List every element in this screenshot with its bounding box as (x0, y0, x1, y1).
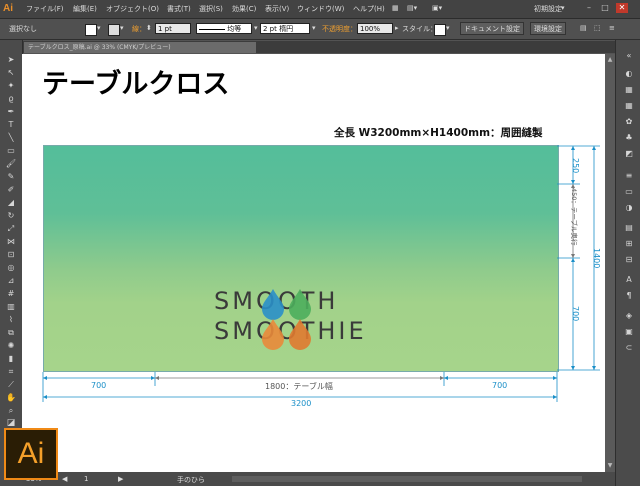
page-next-icon[interactable]: ▶ (118, 475, 123, 483)
stroke-panel-icon[interactable]: ≡ (623, 170, 635, 181)
links-panel-icon[interactable]: ⊂ (623, 342, 635, 353)
symbols-panel-icon[interactable]: ♣ (623, 132, 635, 143)
dim-bottom-label: 700 (571, 306, 580, 322)
dim-top-label: 250 (571, 158, 580, 174)
dim-total-height-label: 1400 (592, 248, 601, 269)
panel-dock: « ◐ ▦ ▦ ✿ ♣ ◩ ≡ ▭ ◑ ▤ ⊞ ⊟ A ¶ ◈ ▣ ⊂ (615, 40, 640, 486)
brushes-panel-icon[interactable]: ✿ (623, 116, 635, 127)
dim-table-width-label: 1800：テーブル幅 (265, 382, 333, 391)
layers-panel-icon[interactable]: ◈ (623, 310, 635, 321)
pathfinder-panel-icon[interactable]: ⊟ (623, 254, 635, 265)
artboards-panel-icon[interactable]: ▣ (623, 326, 635, 337)
appearance-panel-icon[interactable]: ▤ (623, 222, 635, 233)
transparency-panel-icon[interactable]: ◑ (623, 202, 635, 213)
color-guide-icon[interactable]: ▦ (623, 84, 635, 95)
current-tool-status: 手のひら (177, 476, 205, 484)
status-bar: 33% ◀ 1 ▶ 手のひら (22, 472, 615, 486)
swatches-panel-icon[interactable]: ▦ (623, 100, 635, 111)
page-number[interactable]: 1 (84, 475, 88, 483)
align-panel-icon[interactable]: ⊞ (623, 238, 635, 249)
illustrator-logo: Ai (4, 428, 58, 480)
graphic-styles-icon[interactable]: ◩ (623, 148, 635, 159)
paragraph-panel-icon[interactable]: ¶ (623, 290, 635, 301)
dock-collapse-icon[interactable]: « (623, 50, 635, 61)
dim-right-label: 700 (492, 381, 508, 390)
character-panel-icon[interactable]: A (623, 274, 635, 285)
dim-left-label: 700 (91, 381, 107, 390)
dimension-lines (42, 145, 600, 402)
gradient-panel-icon[interactable]: ▭ (623, 186, 635, 197)
page-prev-icon[interactable]: ◀ (62, 475, 67, 483)
color-panel-icon[interactable]: ◐ (623, 68, 635, 79)
dim-total-width-label: 3200 (291, 399, 312, 408)
dim-table-depth-label: 450：テーブル奥行 (570, 188, 578, 246)
horizontal-scrollbar[interactable] (232, 476, 582, 482)
